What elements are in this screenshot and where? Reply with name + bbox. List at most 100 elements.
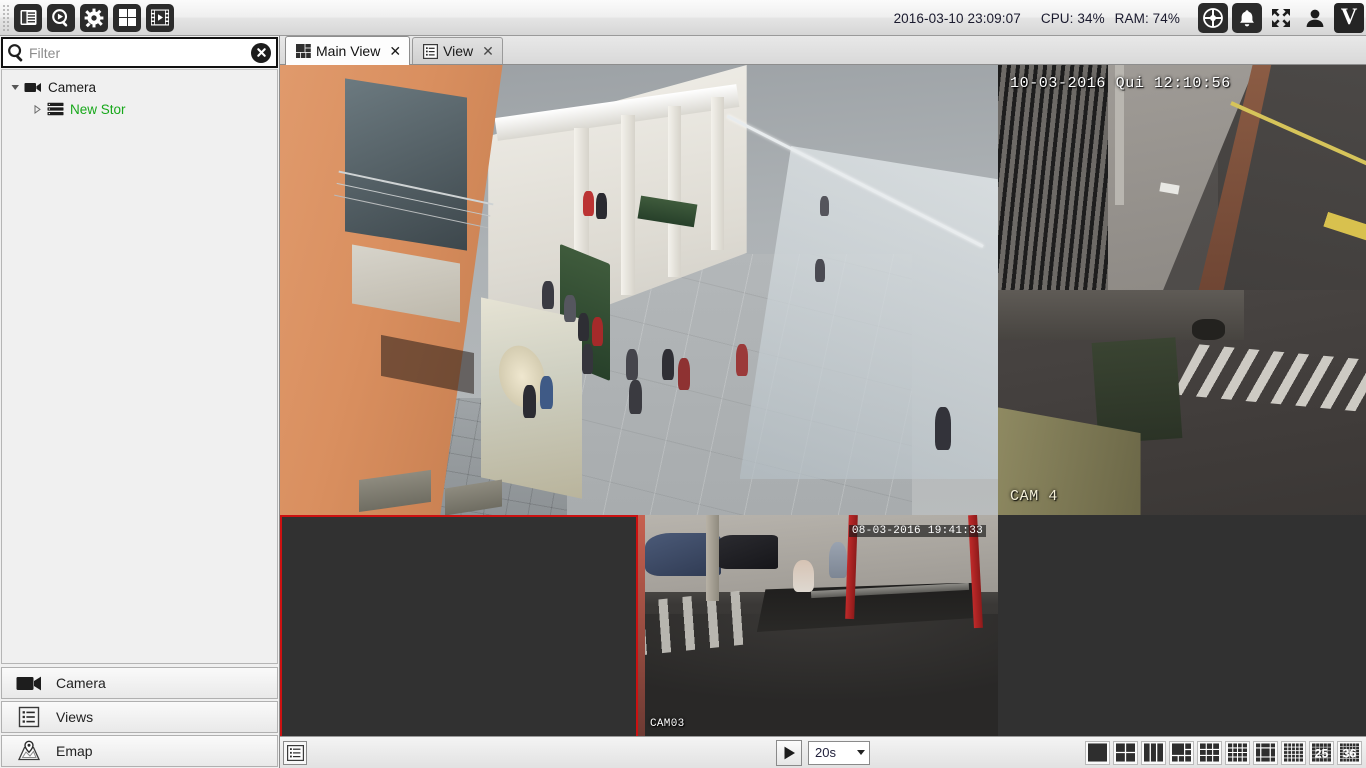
layout-1plus5[interactable] — [1169, 740, 1194, 765]
toolbar-grip[interactable] — [2, 3, 10, 32]
cam-4-cell[interactable]: 10/03/2016 16:13:49 CAM 4 — [998, 290, 1366, 515]
scene-person — [564, 294, 576, 323]
layout-4x4[interactable] — [1281, 740, 1306, 765]
dwell-time-value: 20s — [815, 745, 836, 760]
panel-button-emap[interactable]: Emap — [1, 735, 278, 767]
scene-person — [522, 384, 536, 419]
layout-3-vertical[interactable] — [1141, 740, 1166, 765]
toolbar-buttons — [10, 3, 174, 32]
scene-layer — [739, 146, 998, 479]
layout-36[interactable]: 36 — [1337, 740, 1362, 765]
settings-gear-icon[interactable] — [80, 3, 108, 32]
play-icon[interactable] — [776, 739, 802, 766]
tab-label: Main View — [316, 43, 381, 59]
scene-person — [814, 258, 825, 282]
fullscreen-icon[interactable] — [1266, 3, 1296, 33]
panel-button-label: Camera — [56, 675, 106, 691]
scene-layer — [638, 590, 746, 656]
layout-buttons: 25 36 — [1085, 740, 1362, 765]
filter-input[interactable] — [29, 41, 251, 64]
layout-1plus12[interactable] — [1253, 740, 1278, 765]
scene-person — [539, 375, 553, 410]
scene-person — [628, 380, 642, 415]
emap-pin-icon — [2, 740, 56, 762]
layout-25[interactable]: 25 — [1309, 740, 1334, 765]
views-list-icon — [2, 706, 56, 728]
camera-02-cell[interactable]: 10-03-2016 Qui 12:10:56 Camera 02 — [998, 65, 1366, 290]
sequence-controls: 20s — [776, 739, 870, 766]
video-export-icon[interactable] — [146, 3, 174, 32]
alarm-bell-icon[interactable] — [1232, 3, 1262, 33]
layout-grid-icon — [295, 43, 311, 59]
cam03-cell[interactable]: 08-03-2016 19:41:33 CAM03 — [638, 515, 998, 736]
left-panel-buttons: Camera Views Emap — [0, 665, 279, 768]
topbar-action-icons: V — [1198, 3, 1364, 33]
tree-node-label: Camera — [48, 79, 97, 95]
scene-person — [581, 344, 594, 374]
scene-person — [595, 193, 607, 220]
bottom-left-group — [283, 740, 307, 765]
camera-icon — [2, 675, 56, 692]
chevron-down-icon[interactable] — [8, 83, 22, 92]
sequence-list-icon[interactable] — [283, 740, 307, 765]
view-tabstrip: Main View ✕ View ✕ — [280, 36, 1366, 65]
scene-person — [591, 317, 604, 346]
close-icon[interactable]: ✕ — [389, 44, 401, 58]
playback-search-icon[interactable] — [47, 3, 75, 32]
layout-25-label: 25 — [1315, 746, 1329, 760]
tree-node-new-stor[interactable]: New Stor — [2, 98, 277, 120]
workspace: Main View ✕ View ✕ 10-03-2016 Qui 12:10:… — [280, 36, 1366, 768]
scene-person — [626, 348, 639, 380]
camera-osd-timestamp: 10-03-2016 Qui 12:10:56 — [1010, 75, 1231, 92]
layout-grid-icon[interactable] — [113, 3, 141, 32]
panel-button-label: Emap — [56, 743, 93, 759]
scene-layer — [344, 77, 467, 251]
camera-icon — [22, 81, 44, 94]
chevron-right-icon[interactable] — [30, 104, 44, 114]
brand-logo: V — [1334, 3, 1364, 33]
scene-layer — [638, 515, 646, 736]
scene-layer — [621, 114, 636, 295]
main-body: Camera — [0, 36, 1366, 768]
main-view-cell[interactable] — [280, 65, 998, 515]
scene-layer — [1173, 343, 1366, 421]
panel-button-label: Views — [56, 709, 94, 725]
scene-layer — [710, 96, 724, 250]
ram-usage: RAM: 74% — [1114, 10, 1180, 26]
tab-view[interactable]: View ✕ — [412, 37, 503, 64]
system-datetime: 2016-03-10 23:09:07 — [893, 10, 1021, 26]
scene-layer — [1192, 319, 1225, 340]
empty-cell-left[interactable] — [280, 515, 638, 736]
tree-node-camera[interactable]: Camera — [2, 76, 277, 98]
panel-button-views[interactable]: Views — [1, 701, 278, 733]
layout-2plus7[interactable] — [1197, 740, 1222, 765]
clear-filter-icon[interactable] — [251, 42, 271, 63]
scene-person — [735, 344, 749, 377]
close-icon[interactable]: ✕ — [482, 44, 494, 58]
tab-label: View — [443, 43, 474, 59]
layout-3x3[interactable] — [1225, 740, 1250, 765]
list-icon — [422, 43, 438, 59]
device-list-icon[interactable] — [14, 3, 42, 32]
server-list-icon — [44, 102, 66, 116]
layout-1x1[interactable] — [1085, 740, 1110, 765]
video-stream-street: 10-03-2016 Qui 12:10:56 Camera 02 — [998, 65, 1366, 290]
layout-2x2[interactable] — [1113, 740, 1138, 765]
empty-cell-right[interactable] — [998, 515, 1366, 736]
panel-button-camera[interactable]: Camera — [1, 667, 278, 699]
tab-main-view[interactable]: Main View ✕ — [285, 36, 411, 65]
scene-person — [582, 191, 594, 216]
device-tree[interactable]: Camera New Stor — [1, 69, 278, 664]
ptz-joystick-icon[interactable] — [1198, 3, 1228, 33]
scene-person — [577, 312, 590, 342]
scene-person — [819, 195, 830, 217]
video-stream-crossing: 10/03/2016 16:13:49 CAM 4 — [998, 290, 1366, 515]
left-panel: Camera — [0, 36, 280, 768]
scene-person — [677, 357, 690, 390]
user-account-icon[interactable] — [1300, 3, 1330, 33]
video-stream-garage: 08-03-2016 19:41:33 CAM03 — [638, 515, 998, 736]
topbar-status-area: 2016-03-10 23:09:07 CPU: 34% RAM: 74% V — [894, 0, 1366, 36]
camera-osd-name: CAM03 — [650, 718, 685, 730]
chevron-down-icon[interactable] — [857, 750, 865, 755]
dwell-time-select[interactable]: 20s — [808, 740, 870, 765]
